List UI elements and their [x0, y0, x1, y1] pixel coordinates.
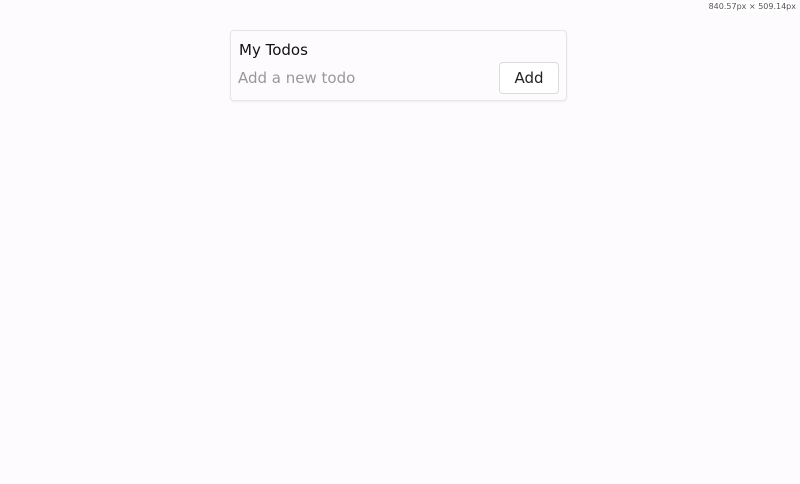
new-todo-input[interactable] — [238, 65, 488, 91]
add-button[interactable]: Add — [499, 62, 559, 94]
page-title: My Todos — [239, 41, 308, 59]
viewport-size-readout: 840.57px × 509.14px — [708, 2, 796, 11]
todo-card: My Todos Add — [230, 30, 567, 101]
